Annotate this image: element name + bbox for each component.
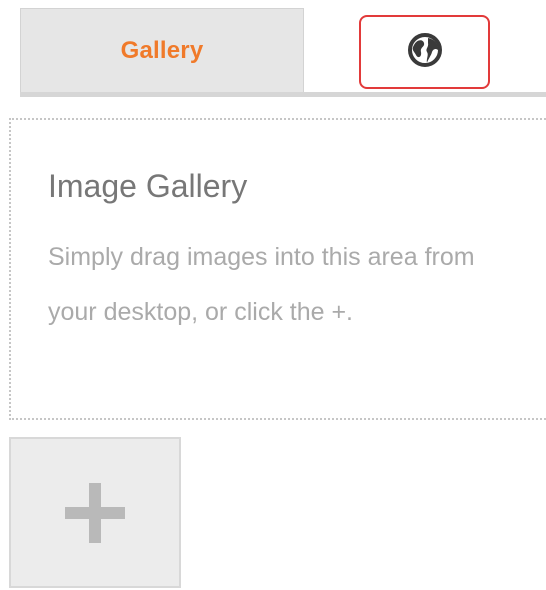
tab-divider	[20, 92, 546, 97]
drop-zone-title: Image Gallery	[48, 168, 248, 204]
add-image-button[interactable]	[9, 437, 181, 588]
image-drop-zone[interactable]: Image Gallery Simply drag images into th…	[9, 118, 546, 420]
tab-bar: Gallery	[20, 8, 546, 98]
drop-zone-instructions: Simply drag images into this area from y…	[48, 243, 475, 326]
tab-gallery[interactable]: Gallery	[20, 8, 304, 92]
tab-gallery-label: Gallery	[120, 36, 204, 64]
globe-icon	[405, 30, 445, 75]
plus-icon	[65, 482, 125, 543]
tab-web[interactable]	[359, 15, 490, 89]
